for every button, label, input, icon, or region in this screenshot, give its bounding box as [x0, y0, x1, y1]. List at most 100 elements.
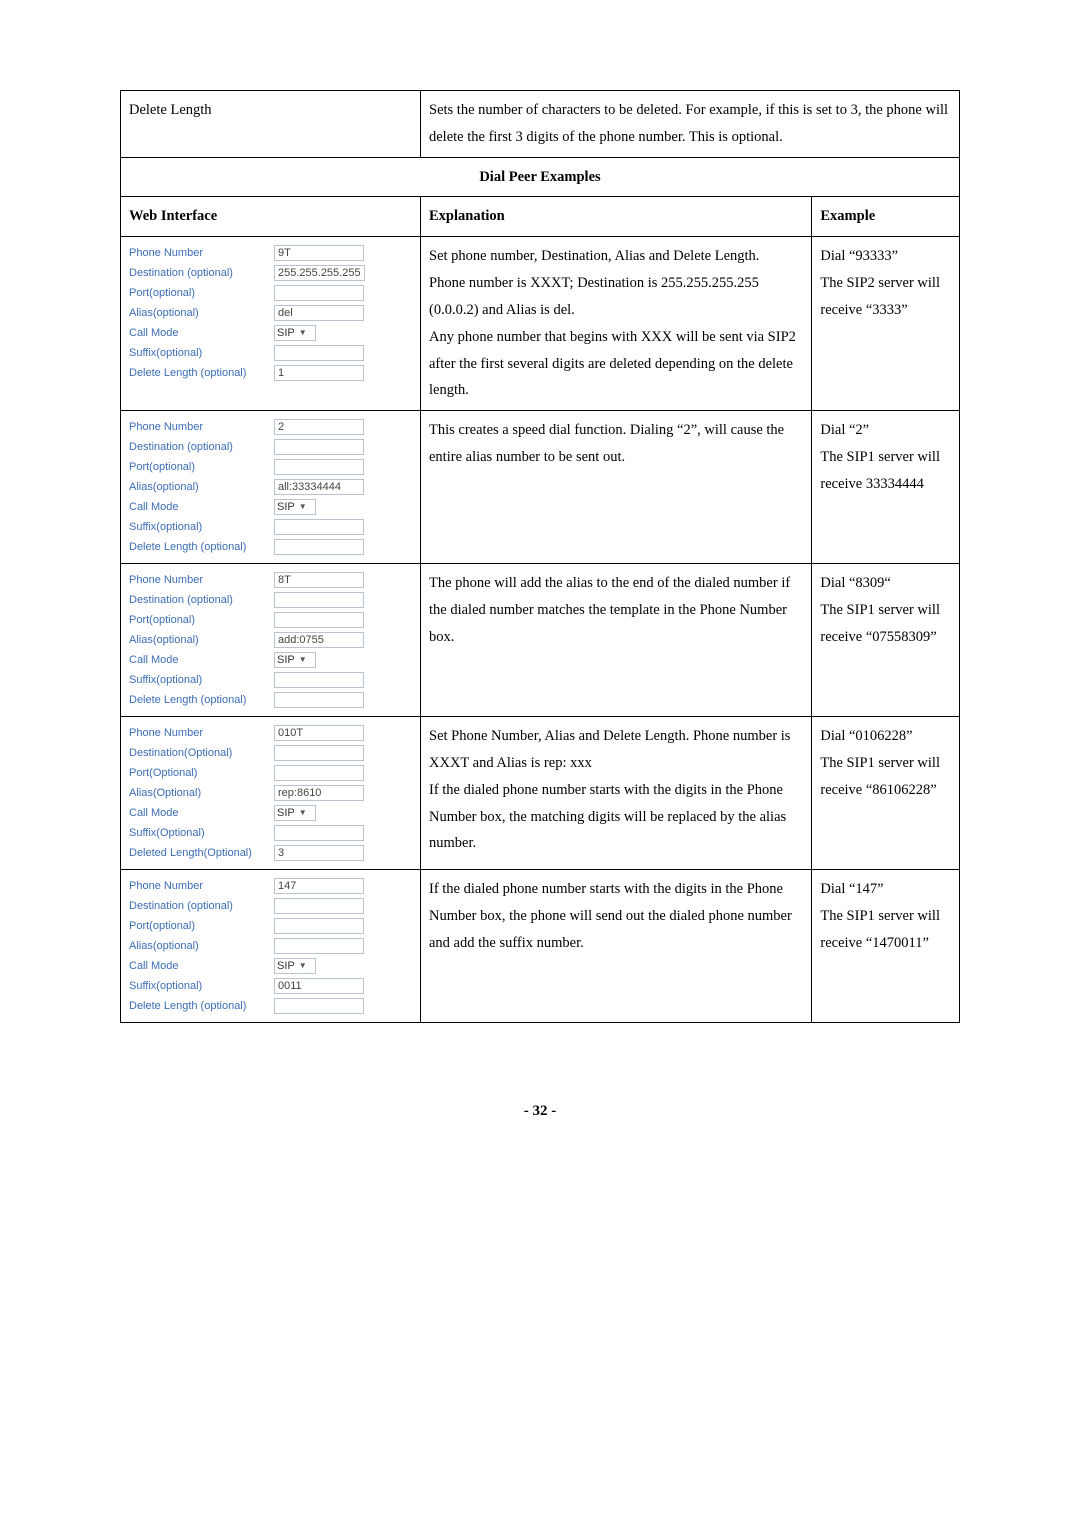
- example-ex3: Dial “8309“ The SIP1 server will receive…: [812, 564, 960, 717]
- col-example: Example: [812, 197, 960, 237]
- del-input[interactable]: 1: [274, 365, 364, 381]
- alias-input[interactable]: all:33334444: [274, 479, 364, 495]
- label-alias: Alias(optional): [129, 480, 274, 494]
- select-value: SIP: [277, 323, 295, 343]
- select-value: SIP: [277, 803, 295, 823]
- label-call: Call Mode: [129, 959, 274, 973]
- suffix-input[interactable]: [274, 825, 364, 841]
- port-input[interactable]: [274, 612, 364, 628]
- phone-input[interactable]: 8T: [274, 572, 364, 588]
- label-phone: Phone Number: [129, 420, 274, 434]
- label-phone: Phone Number: [129, 573, 274, 587]
- port-input[interactable]: [274, 918, 364, 934]
- del-input[interactable]: [274, 998, 364, 1014]
- screenshot-ex1: Phone Number9T Destination (optional)255…: [121, 237, 421, 411]
- label-dest: Destination (optional): [129, 593, 274, 607]
- label-port: Port(Optional): [129, 766, 274, 780]
- row-section-header: Dial Peer Examples: [121, 157, 960, 197]
- label-del: Delete Length (optional): [129, 999, 274, 1013]
- suffix-input[interactable]: [274, 672, 364, 688]
- screenshot-ex2: Phone Number2 Destination (optional) Por…: [121, 411, 421, 564]
- explanation-ex3: The phone will add the alias to the end …: [421, 564, 812, 717]
- explanation-ex4: Set Phone Number, Alias and Delete Lengt…: [421, 717, 812, 870]
- label-alias: Alias(Optional): [129, 786, 274, 800]
- table-row: Phone Number2 Destination (optional) Por…: [121, 411, 960, 564]
- row-delete-length: Delete Length Sets the number of charact…: [121, 91, 960, 158]
- col-web: Web Interface: [121, 197, 421, 237]
- example-ex1: Dial “93333” The SIP2 server will receiv…: [812, 237, 960, 411]
- del-input[interactable]: [274, 539, 364, 555]
- port-input[interactable]: [274, 459, 364, 475]
- alias-input[interactable]: del: [274, 305, 364, 321]
- label-suffix: Suffix(optional): [129, 346, 274, 360]
- dest-input[interactable]: [274, 898, 364, 914]
- dest-input[interactable]: [274, 592, 364, 608]
- del-input[interactable]: 3: [274, 845, 364, 861]
- dest-input[interactable]: 255.255.255.255: [274, 265, 365, 281]
- phone-input[interactable]: 147: [274, 878, 364, 894]
- call-mode-select[interactable]: SIP ▼: [274, 958, 316, 974]
- label-dest: Destination (optional): [129, 440, 274, 454]
- label-phone: Phone Number: [129, 726, 274, 740]
- example-ex4: Dial “0106228” The SIP1 server will rece…: [812, 717, 960, 870]
- label-call: Call Mode: [129, 653, 274, 667]
- label-suffix: Suffix(optional): [129, 673, 274, 687]
- explanation-ex5: If the dialed phone number starts with t…: [421, 870, 812, 1023]
- label-suffix: Suffix(optional): [129, 520, 274, 534]
- table-row: Phone Number010T Destination(Optional) P…: [121, 717, 960, 870]
- page-number: - 32 -: [120, 1103, 960, 1120]
- select-value: SIP: [277, 956, 295, 976]
- call-mode-select[interactable]: SIP▼: [274, 499, 316, 515]
- phone-input[interactable]: 010T: [274, 725, 364, 741]
- chevron-down-icon: ▼: [299, 500, 307, 515]
- alias-input[interactable]: add:0755: [274, 632, 364, 648]
- label-del: Delete Length (optional): [129, 366, 274, 380]
- chevron-down-icon: ▼: [299, 326, 307, 341]
- explanation-ex1: Set phone number, Destination, Alias and…: [421, 237, 812, 411]
- table-row: Phone Number8T Destination (optional) Po…: [121, 564, 960, 717]
- example-ex5: Dial “147” The SIP1 server will receive …: [812, 870, 960, 1023]
- label-suffix: Suffix(optional): [129, 979, 274, 993]
- cell-delete-length-desc: Sets the number of characters to be dele…: [421, 91, 960, 158]
- label-del: Deleted Length(Optional): [129, 846, 274, 860]
- explanation-ex2: This creates a speed dial function. Dial…: [421, 411, 812, 564]
- dest-input[interactable]: [274, 439, 364, 455]
- cell-delete-length-label: Delete Length: [121, 91, 421, 158]
- label-port: Port(optional): [129, 460, 274, 474]
- call-mode-select[interactable]: SIP▼: [274, 805, 316, 821]
- row-column-headers: Web Interface Explanation Example: [121, 197, 960, 237]
- suffix-input[interactable]: 0011: [274, 978, 364, 994]
- chevron-down-icon: ▼: [299, 959, 307, 974]
- alias-input[interactable]: rep:8610: [274, 785, 364, 801]
- alias-input[interactable]: [274, 938, 364, 954]
- screenshot-ex5: Phone Number147 Destination (optional) P…: [121, 870, 421, 1023]
- document-table: Delete Length Sets the number of charact…: [120, 90, 960, 1023]
- del-input[interactable]: [274, 692, 364, 708]
- label-phone: Phone Number: [129, 879, 274, 893]
- call-mode-select[interactable]: SIP ▼: [274, 325, 316, 341]
- table-row: Phone Number147 Destination (optional) P…: [121, 870, 960, 1023]
- suffix-input[interactable]: [274, 345, 364, 361]
- label-alias: Alias(optional): [129, 633, 274, 647]
- screenshot-ex3: Phone Number8T Destination (optional) Po…: [121, 564, 421, 717]
- example-ex2: Dial “2” The SIP1 server will receive 33…: [812, 411, 960, 564]
- call-mode-select[interactable]: SIP▼: [274, 652, 316, 668]
- label-alias: Alias(optional): [129, 306, 274, 320]
- dest-input[interactable]: [274, 745, 364, 761]
- screenshot-ex4: Phone Number010T Destination(Optional) P…: [121, 717, 421, 870]
- phone-input[interactable]: 2: [274, 419, 364, 435]
- port-input[interactable]: [274, 765, 364, 781]
- table-row: Phone Number9T Destination (optional)255…: [121, 237, 960, 411]
- label-suffix: Suffix(Optional): [129, 826, 274, 840]
- label-del: Delete Length (optional): [129, 693, 274, 707]
- label-port: Port(optional): [129, 286, 274, 300]
- phone-input[interactable]: 9T: [274, 245, 364, 261]
- label-phone: Phone Number: [129, 246, 274, 260]
- port-input[interactable]: [274, 285, 364, 301]
- label-call: Call Mode: [129, 806, 274, 820]
- suffix-input[interactable]: [274, 519, 364, 535]
- label-dest: Destination(Optional): [129, 746, 274, 760]
- label-dest: Destination (optional): [129, 266, 274, 280]
- label-alias: Alias(optional): [129, 939, 274, 953]
- col-explanation: Explanation: [421, 197, 812, 237]
